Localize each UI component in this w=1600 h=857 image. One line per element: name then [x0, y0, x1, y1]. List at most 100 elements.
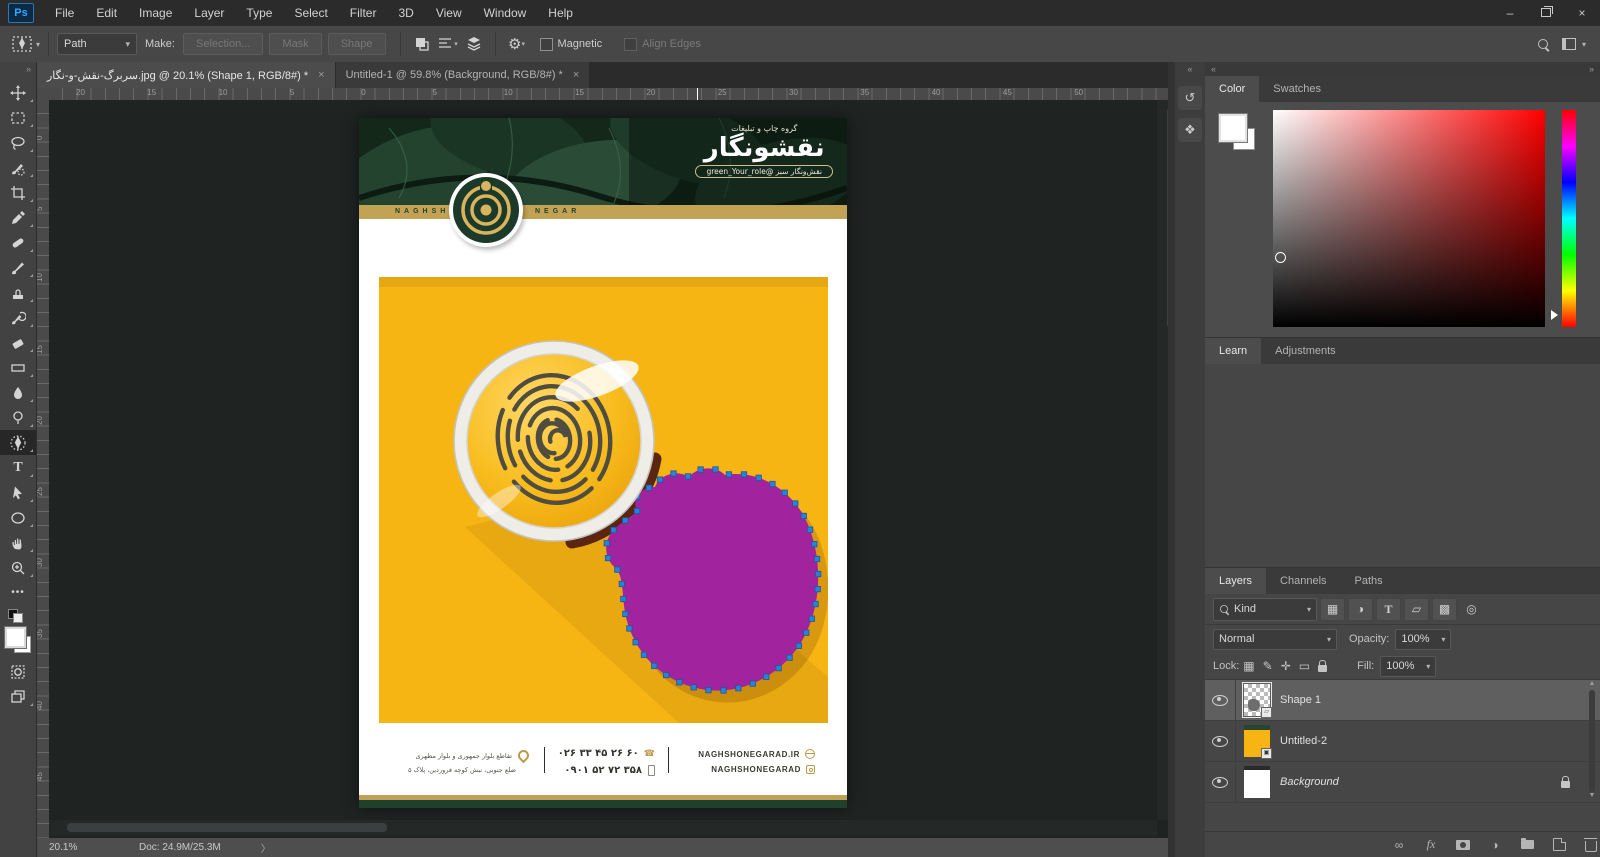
visibility-cell[interactable]	[1205, 680, 1236, 720]
anchor-point[interactable]	[697, 466, 704, 473]
zoom-level-field[interactable]: 20.1%	[49, 842, 109, 853]
anchor-point[interactable]	[781, 489, 788, 496]
workspace-switcher-icon[interactable]	[1556, 32, 1582, 56]
foreground-color-swatch[interactable]	[1218, 113, 1248, 143]
tool-mode-select[interactable]: Path ▾	[57, 33, 138, 55]
close-button[interactable]: ×	[1564, 0, 1600, 25]
tab-layers[interactable]: Layers	[1205, 568, 1267, 594]
dodge-tool[interactable]	[0, 405, 36, 430]
filter-adjustment-layers-icon[interactable]: ◑	[1348, 597, 1373, 621]
layer-row-background[interactable]: Background	[1205, 762, 1600, 803]
magnetic-checkbox[interactable]	[539, 37, 553, 51]
menu-window[interactable]: Window	[473, 0, 538, 26]
filter-shape-layers-icon[interactable]: ▱	[1404, 597, 1429, 621]
anchor-point[interactable]	[800, 512, 807, 520]
anchor-point[interactable]	[720, 687, 727, 694]
status-chevron-icon[interactable]: 〉	[261, 840, 271, 855]
path-alignment-button[interactable]: ▾	[435, 32, 461, 56]
saturation-brightness-picker[interactable]	[1273, 110, 1545, 327]
anchor-point[interactable]	[651, 662, 658, 669]
tab-channels[interactable]: Channels	[1266, 568, 1340, 594]
layer-name[interactable]: Background	[1280, 776, 1339, 788]
anchor-point[interactable]	[814, 586, 821, 593]
anchor-point[interactable]	[690, 684, 697, 691]
anchor-point[interactable]	[792, 500, 799, 507]
quick-selection-tool[interactable]	[0, 155, 36, 180]
rectangular-marquee-tool[interactable]	[0, 105, 36, 130]
scroll-down-icon[interactable]: ▼	[1586, 792, 1598, 802]
anchor-point[interactable]	[705, 687, 712, 694]
anchor-point[interactable]	[740, 471, 748, 478]
lock-pixels-icon[interactable]: ✎	[1263, 659, 1273, 673]
anchor-point[interactable]	[712, 466, 719, 473]
anchor-point[interactable]	[769, 480, 776, 488]
hue-slider[interactable]	[1562, 110, 1576, 327]
filter-kind-select[interactable]: Kind ▾	[1213, 597, 1317, 621]
eye-icon[interactable]	[1212, 694, 1228, 706]
clone-stamp-tool[interactable]	[0, 280, 36, 305]
anchor-point[interactable]	[813, 555, 821, 563]
path-selection-tool[interactable]	[0, 480, 36, 505]
move-tool[interactable]	[0, 80, 36, 105]
new-group-icon[interactable]	[1518, 836, 1536, 854]
menu-file[interactable]: File	[44, 0, 85, 26]
lasso-tool[interactable]	[0, 130, 36, 155]
brush-tool[interactable]	[0, 255, 36, 280]
filter-toggle-icon[interactable]: ◎	[1460, 599, 1483, 620]
anchor-point[interactable]	[806, 526, 814, 533]
libraries-panel-icon[interactable]: ❖	[1178, 118, 1202, 142]
anchor-point[interactable]	[812, 600, 819, 608]
anchor-point[interactable]	[786, 654, 793, 661]
hand-tool[interactable]	[0, 530, 36, 555]
foreground-background-colors[interactable]	[4, 626, 31, 653]
tab-adjustments[interactable]: Adjustments	[1261, 338, 1350, 364]
magnetic-option[interactable]: Magnetic	[539, 37, 602, 51]
anchor-point[interactable]	[763, 673, 770, 680]
collapse-panels-icon[interactable]: »	[1589, 64, 1594, 74]
edit-toolbar-button[interactable]: •••	[0, 580, 36, 605]
add-layer-mask-icon[interactable]	[1454, 836, 1472, 854]
anchor-point[interactable]	[604, 554, 612, 562]
spot-healing-brush-tool[interactable]	[0, 230, 36, 255]
eye-icon[interactable]	[1212, 735, 1228, 747]
menu-3d[interactable]: 3D	[387, 0, 424, 26]
zoom-tool[interactable]	[0, 555, 36, 580]
lock-transparency-icon[interactable]: ▦	[1243, 659, 1254, 673]
filter-type-layers-icon[interactable]: T	[1376, 597, 1401, 621]
chevron-down-icon[interactable]: ▾	[1582, 40, 1586, 49]
layer-thumbnail[interactable]: ▣	[1244, 725, 1272, 759]
path-arrangement-button[interactable]	[461, 32, 487, 56]
tab-learn[interactable]: Learn	[1205, 338, 1262, 364]
anchor-point[interactable]	[775, 665, 782, 672]
opacity-field[interactable]: 100% ▾	[1395, 628, 1452, 650]
new-layer-icon[interactable]	[1550, 836, 1568, 854]
anchor-point[interactable]	[622, 610, 629, 618]
history-panel-icon[interactable]: ↺	[1178, 86, 1202, 110]
color-picker-marker[interactable]	[1275, 252, 1286, 263]
visibility-cell[interactable]	[1205, 721, 1236, 761]
ellipse-shape-tool[interactable]	[0, 505, 36, 530]
layer-effects-icon[interactable]: fx	[1422, 836, 1440, 854]
tab-swatches[interactable]: Swatches	[1259, 76, 1335, 102]
document-artboard[interactable]: گروه چاپ و تبلیغات نقشونگار نقش‌ونگار سب…	[359, 118, 847, 808]
screen-mode-button[interactable]	[0, 684, 36, 709]
tool-preset-picker[interactable]: ▾	[12, 36, 40, 52]
vertical-scrollbar[interactable]	[1157, 100, 1174, 820]
delete-layer-icon[interactable]	[1582, 836, 1600, 854]
anchor-point[interactable]	[725, 471, 733, 478]
anchor-point[interactable]	[676, 679, 683, 686]
blur-tool[interactable]	[0, 380, 36, 405]
canvas-area[interactable]: گروه چاپ و تبلیغات نقشونگار نقش‌ونگار سب…	[49, 100, 1168, 838]
quick-mask-button[interactable]	[0, 659, 36, 684]
collapse-dock-icon[interactable]: «	[1175, 62, 1205, 78]
layer-thumbnail[interactable]: ▱	[1242, 682, 1272, 718]
default-swap-colors-icon[interactable]	[8, 609, 28, 623]
anchor-point[interactable]	[811, 541, 818, 548]
anchor-point[interactable]	[663, 671, 670, 679]
document-tab-active[interactable]: سربرگ-نقش-و-نگار.jpg @ 20.1% (Shape 1, R…	[37, 62, 335, 88]
close-tab-icon[interactable]: ×	[573, 69, 579, 81]
menu-image[interactable]: Image	[128, 0, 183, 26]
anchor-point[interactable]	[614, 566, 621, 573]
document-tab-inactive[interactable]: Untitled-1 @ 59.8% (Background, RGB/8#) …	[334, 62, 590, 88]
anchor-point[interactable]	[808, 615, 815, 622]
